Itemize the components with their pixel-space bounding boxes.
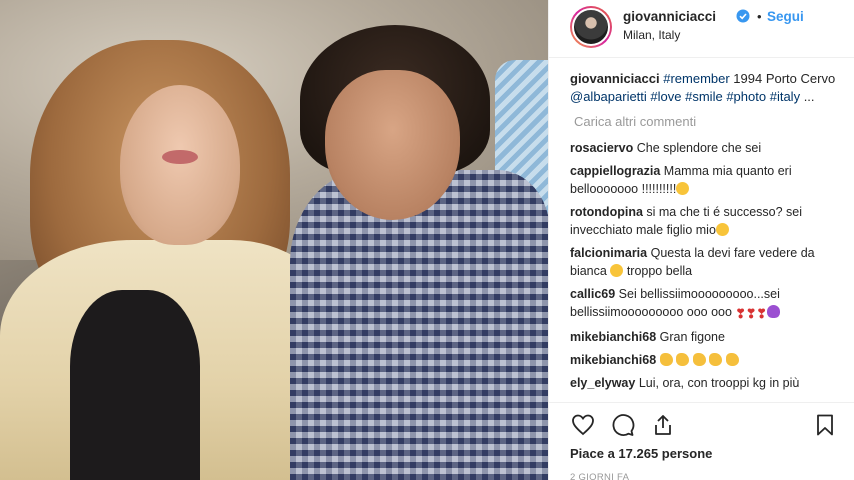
post-timestamp: 2 GIORNI FA	[570, 472, 630, 480]
heart-icon[interactable]	[571, 413, 595, 437]
comment-icon[interactable]	[611, 413, 635, 437]
clap-icon	[709, 353, 723, 366]
comment-username[interactable]: cappiellograzia	[570, 164, 660, 178]
clap-icon	[725, 353, 739, 366]
separator-dot: •	[757, 9, 762, 24]
comment: ely_elyway Lui, ora, con trooppi kg in p…	[570, 374, 839, 392]
load-more-comments[interactable]: Carica altri commenti	[574, 114, 839, 129]
share-icon[interactable]	[651, 413, 675, 437]
grimace-face-icon	[715, 223, 729, 236]
post-photo[interactable]	[0, 0, 548, 480]
hashtag-photo[interactable]: #photo	[726, 89, 766, 104]
comment-text: Che splendore che sei	[636, 141, 762, 155]
comment-username[interactable]: mikebianchi68	[570, 330, 656, 344]
follow-button[interactable]: Segui	[767, 9, 804, 24]
post-caption: giovanniciacci #remember 1994 Porto Cerv…	[570, 70, 839, 106]
bookmark-icon[interactable]	[813, 413, 837, 437]
comment: mikebianchi68	[570, 351, 839, 369]
hashtag-remember[interactable]: #remember	[663, 71, 729, 86]
caption-text: 1994 Porto Cervo	[729, 71, 836, 86]
comment-username[interactable]: rotondopina	[570, 205, 643, 219]
comment-username[interactable]: callic69	[570, 287, 615, 301]
comment: callic69 Sei bellissiimooooooooo...sei b…	[570, 285, 839, 323]
comment-text: Lui, ora, con trooppi kg in più	[638, 376, 800, 390]
photo-woman-top	[70, 290, 200, 480]
clap-icon	[659, 353, 673, 366]
photo-man-shirt	[290, 170, 548, 480]
kiss-face-icon	[676, 182, 690, 195]
comment: rosaciervo Che splendore che sei	[570, 139, 839, 157]
comment-username[interactable]: mikebianchi68	[570, 353, 656, 367]
mention-albaparietti[interactable]: @albaparietti	[570, 89, 647, 104]
caption-ellipsis: ...	[800, 89, 815, 104]
hashtag-italy[interactable]: #italy	[770, 89, 800, 104]
photo-woman-face	[120, 85, 240, 245]
comment: falcionimaria Questa la devi fare vedere…	[570, 244, 839, 280]
comment-text: Gran figone	[659, 330, 725, 344]
comment-username[interactable]: ely_elyway	[570, 376, 635, 390]
clap-icon	[692, 353, 706, 366]
comments-list[interactable]: giovanniciacci #remember 1994 Porto Cerv…	[549, 58, 854, 402]
post-actions	[549, 402, 854, 444]
likes-count[interactable]: Piace a 17.265 persone	[570, 446, 712, 461]
wink-face-icon	[610, 264, 624, 277]
comment: rotondopina si ma che ti é successo? sei…	[570, 203, 839, 239]
clap-icon	[676, 353, 690, 366]
header-username[interactable]: giovanniciacci	[623, 9, 716, 24]
caption-username[interactable]: giovanniciacci	[570, 71, 660, 86]
heart-exclamation-icon: ❣	[745, 307, 757, 321]
verified-icon	[736, 9, 750, 23]
heart-exclamation-icon: ❣	[756, 307, 767, 321]
photo-man-face	[325, 70, 460, 220]
photo-woman-lips	[162, 150, 198, 164]
post-sidebar: giovanniciacci • Segui Milan, Italy giov…	[548, 0, 854, 480]
post-header: giovanniciacci • Segui Milan, Italy	[549, 0, 854, 58]
comment: mikebianchi68 Gran figone	[570, 328, 839, 346]
comment-username[interactable]: falcionimaria	[570, 246, 647, 260]
avatar[interactable]	[570, 6, 612, 48]
purple-heart-icon	[766, 305, 780, 318]
location-link[interactable]: Milan, Italy	[623, 28, 680, 42]
hashtag-love[interactable]: #love	[650, 89, 681, 104]
heart-exclamation-icon: ❣	[735, 307, 746, 321]
hashtag-smile[interactable]: #smile	[685, 89, 723, 104]
comment-username[interactable]: rosaciervo	[570, 141, 633, 155]
comment-text-2: troppo bella	[626, 264, 693, 278]
avatar-image	[572, 8, 610, 46]
comment: cappiellograzia Mamma mia quanto eri bel…	[570, 162, 839, 198]
